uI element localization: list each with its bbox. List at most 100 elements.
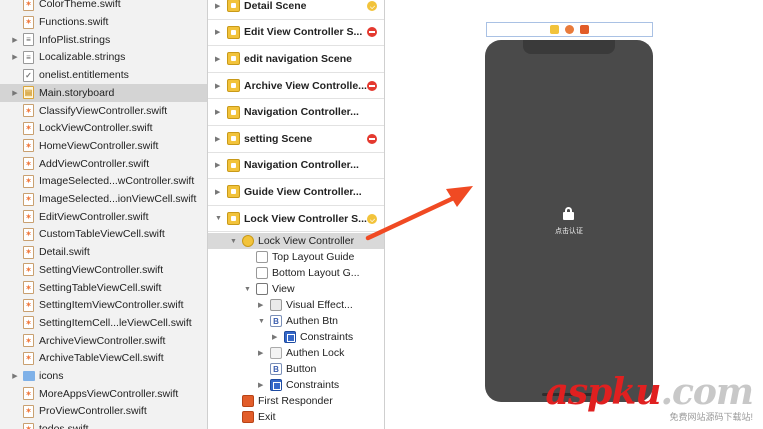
disclosure-triangle-icon[interactable]: ▼ [258,318,265,325]
disclosure-triangle-icon[interactable]: ▶ [9,53,21,61]
disclosure-triangle-icon[interactable]: ▼ [230,238,237,245]
scene-label: Archive View Controlle... [244,79,367,92]
disclosure-triangle-icon[interactable]: ▶ [215,2,220,10]
outline-scene-row[interactable]: ▼ Lock View Controller S... [208,206,384,233]
swift-file-icon [23,263,34,277]
navigator-file-row[interactable]: ClassifyViewController.swift [0,102,207,120]
disclosure-triangle-icon[interactable]: ▶ [258,349,263,357]
navigator-file-row[interactable]: MoreAppsViewController.swift [0,385,207,403]
disclosure-triangle-icon[interactable]: ▼ [244,286,251,293]
error-badge-icon[interactable] [367,133,377,144]
disclosure-triangle-icon[interactable]: ▶ [9,89,21,97]
outline-tree-row[interactable]: Bottom Layout G... [208,265,384,281]
disclosure-triangle-icon[interactable]: ▶ [215,188,220,196]
navigator-file-row[interactable]: SettingViewController.swift [0,261,207,279]
exit-icon[interactable] [580,25,589,34]
disclosure-triangle-icon[interactable]: ▶ [215,161,220,169]
outline-tree-row[interactable]: ▼ Lock View Controller [208,233,384,250]
outline-scene-row[interactable]: ▶ Edit View Controller S... [208,20,384,47]
outline-tree-row[interactable]: ▶ Visual Effect... [208,297,384,313]
navigator-file-row[interactable]: Functions.swift [0,13,207,31]
disclosure-triangle-icon[interactable]: ▶ [215,55,220,63]
disclosure-triangle-icon[interactable]: ▶ [258,381,263,389]
view-object-icon [256,283,268,296]
navigator-file-row[interactable]: LockViewController.swift [0,119,207,137]
disclosure-triangle-icon[interactable]: ▶ [215,28,220,36]
navigator-file-label: Main.storyboard [39,86,115,99]
vc-object-icon [242,235,254,248]
outline-tree-row[interactable]: ▶ Authen Lock [208,345,384,361]
scene-label: Navigation Controller... [244,106,359,119]
outline-scene-row[interactable]: ▶ Navigation Controller... [208,153,384,180]
navigator-file-row[interactable]: ColorTheme.swift [0,0,207,13]
navigator-file-row[interactable]: ▶ InfoPlist.strings [0,31,207,49]
outline-scene-row[interactable]: ▶ Guide View Controller... [208,179,384,206]
navigator-file-row[interactable]: SettingItemViewController.swift [0,296,207,314]
lock-icon[interactable] [563,207,574,220]
outline-item-label: Exit [258,410,276,423]
project-navigator: ColorTheme.swift Functions.swift ▶ InfoPlis… [0,0,208,429]
authenticate-label[interactable]: 点击认证 [485,226,653,236]
warning-badge-icon[interactable] [367,213,377,224]
outline-tree-row[interactable]: ▼ View [208,281,384,297]
navigator-file-row[interactable]: ProViewController.swift [0,403,207,421]
disclosure-triangle-icon[interactable]: ▶ [9,36,21,44]
outline-item-label: View [272,283,295,296]
outline-tree-row[interactable]: B Button [208,361,384,377]
navigator-file-label: Detail.swift [39,246,90,259]
navigator-file-row[interactable]: ▶ Main.storyboard [0,84,207,102]
navigator-file-row[interactable]: AddViewController.swift [0,155,207,173]
navigator-file-label: HomeViewController.swift [39,139,159,152]
document-outline: ▶ Detail Scene ▶ Edit View Controller S... ▶… [208,0,385,429]
outline-tree-row[interactable]: Top Layout Guide [208,249,384,265]
disclosure-triangle-icon[interactable]: ▶ [215,135,220,143]
navigator-file-row[interactable]: CustomTableViewCell.swift [0,226,207,244]
navigator-file-label: Localizable.strings [39,51,126,64]
disclosure-triangle-icon[interactable]: ▶ [272,333,277,341]
navigator-file-row[interactable]: EditViewController.swift [0,208,207,226]
disclosure-triangle-icon[interactable]: ▼ [215,215,222,222]
view-controller-icon[interactable] [550,25,559,34]
navigator-file-row[interactable]: SettingTableViewCell.swift [0,279,207,297]
outline-tree-row[interactable]: Exit [208,409,384,425]
navigator-file-row[interactable]: ▶ Localizable.strings [0,49,207,67]
scene-icon [227,105,240,119]
outline-tree-row[interactable]: ▶ Constraints [208,377,384,393]
navigator-file-row[interactable]: ImageSelected...ionViewCell.swift [0,190,207,208]
outline-scene-row[interactable]: ▶ setting Scene [208,126,384,153]
disclosure-triangle-icon[interactable]: ▶ [215,82,220,90]
navigator-file-row[interactable]: ▶ icons [0,367,207,385]
navigator-file-row[interactable]: ImageSelected...wController.swift [0,173,207,191]
navigator-file-label: CustomTableViewCell.swift [39,228,165,241]
outline-scene-row[interactable]: ▶ Archive View Controlle... [208,73,384,100]
navigator-file-row[interactable]: SettingItemCell...leViewCell.swift [0,314,207,332]
error-badge-icon[interactable] [367,80,377,91]
outline-tree-row[interactable]: ▶ Constraints [208,329,384,345]
navigator-file-row[interactable]: ArchiveViewController.swift [0,332,207,350]
scene-icon [227,158,240,172]
storyboard-canvas[interactable]: 点击认证 [385,0,763,429]
scene-label: Navigation Controller... [244,159,359,172]
navigator-file-label: MoreAppsViewController.swift [39,387,179,400]
warning-badge-icon[interactable] [367,0,377,11]
error-badge-icon[interactable] [367,27,377,38]
navigator-file-row[interactable]: ArchiveTableViewCell.swift [0,350,207,368]
scene-icon [227,25,240,39]
navigator-file-row[interactable]: Detail.swift [0,243,207,261]
navigator-file-label: SettingTableViewCell.swift [39,281,162,294]
disclosure-triangle-icon[interactable]: ▶ [258,301,263,309]
outline-scene-row[interactable]: ▶ Detail Scene [208,0,384,20]
disclosure-triangle-icon[interactable]: ▶ [215,108,220,116]
navigator-file-row[interactable]: todos.swift [0,420,207,429]
disclosure-triangle-icon[interactable]: ▶ [9,372,21,380]
navigator-file-row[interactable]: HomeViewController.swift [0,137,207,155]
lock-view-controller-preview[interactable]: 点击认证 [485,40,653,402]
first-responder-icon[interactable] [565,25,574,34]
outline-tree-row[interactable]: ▼ B Authen Btn [208,313,384,329]
outline-scene-row[interactable]: ▶ Navigation Controller... [208,99,384,126]
navigator-file-row[interactable]: onelist.entitlements [0,66,207,84]
navigator-file-label: ImageSelected...ionViewCell.swift [39,193,197,206]
outline-tree-row[interactable]: First Responder [208,393,384,409]
scene-dock[interactable] [486,22,653,37]
outline-scene-row[interactable]: ▶ edit navigation Scene [208,46,384,73]
